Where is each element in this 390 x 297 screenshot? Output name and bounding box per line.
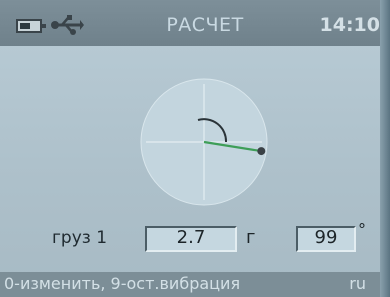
angle-unit: °: [358, 220, 366, 239]
screen-title: РАСЧЕТ: [166, 14, 244, 36]
weight-label: груз 1: [52, 228, 108, 248]
usb-icon: [51, 15, 84, 35]
weight-marker: [257, 147, 266, 156]
key-hint: 0-изменить, 9-ост.вибрация: [4, 274, 241, 293]
device-screen: РАСЧЕТ 14:10 груз 1 2.7 г 99 ° 0-изменит…: [0, 0, 390, 297]
clock: 14:10: [319, 14, 380, 36]
mass-field[interactable]: 2.7: [145, 226, 237, 252]
mass-unit: г: [246, 227, 256, 248]
battery-icon: [16, 19, 46, 33]
footer-bar: 0-изменить, 9-ост.вибрация ru: [0, 272, 390, 297]
angle-field[interactable]: 99: [296, 226, 356, 252]
status-bar: РАСЧЕТ 14:10: [0, 0, 390, 46]
language-indicator: ru: [349, 274, 366, 293]
balance-dial: [140, 78, 268, 206]
device-bezel: [380, 0, 390, 297]
